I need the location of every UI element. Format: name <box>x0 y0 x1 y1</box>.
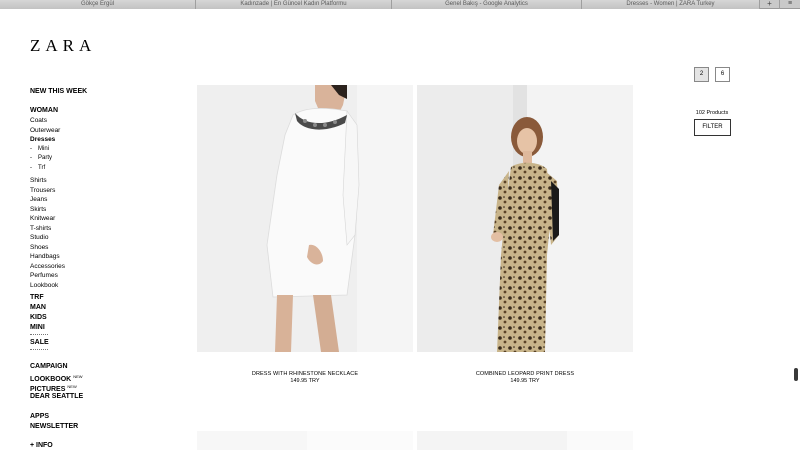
product-name[interactable]: DRESS WITH RHINESTONE NECKLACE <box>197 371 413 377</box>
nav-new-this-week[interactable]: NEW THIS WEEK <box>30 87 87 97</box>
browser-tab[interactable]: Genel Bakış - Google Analytics <box>392 0 582 9</box>
photo-backdrop <box>307 431 413 450</box>
filter-button[interactable]: FILTER <box>694 119 731 136</box>
nav-tshirts[interactable]: T-shirts <box>30 224 51 234</box>
browser-tab[interactable]: Gökçe Ergül <box>0 0 196 9</box>
browser-tab[interactable]: Kadınzade | En Güncel Kadın Platformu <box>196 0 392 9</box>
grid-view-6-button[interactable]: 6 <box>715 67 730 82</box>
new-badge: NEW <box>67 384 77 389</box>
white-dress-photo <box>197 85 413 352</box>
nav-accessories[interactable]: Accessories <box>30 262 65 272</box>
nav-trf[interactable]: TRF <box>30 293 44 303</box>
zara-logo[interactable]: ZARA <box>30 36 96 56</box>
product-image-leopard-dress[interactable] <box>417 85 633 352</box>
nav-woman[interactable]: WOMAN <box>30 106 58 116</box>
scrollbar-thumb[interactable] <box>794 368 798 381</box>
nav-dresses[interactable]: Dresses <box>30 135 55 145</box>
nav-dresses-mini[interactable]: - Mini <box>30 145 49 155</box>
nav-dresses-mini-label: Mini <box>38 145 50 152</box>
nav-skirts[interactable]: Skirts <box>30 205 46 215</box>
divider <box>30 349 48 350</box>
nav-trousers[interactable]: Trousers <box>30 186 55 196</box>
nav-kids[interactable]: KIDS <box>30 313 47 323</box>
grid-view-2-button[interactable]: 2 <box>694 67 709 82</box>
nav-dresses-trf-label: Trf <box>38 164 46 171</box>
product-price: 149.95 TRY <box>510 378 540 384</box>
product-price: 149.95 TRY <box>290 378 320 384</box>
divider <box>30 334 48 335</box>
nav-mini[interactable]: MINI <box>30 323 45 333</box>
product-image-next-row[interactable] <box>417 431 633 450</box>
nav-dresses-party[interactable]: - Party <box>30 154 52 164</box>
nav-dresses-party-label: Party <box>38 155 53 161</box>
nav-shirts[interactable]: Shirts <box>30 176 47 186</box>
nav-man[interactable]: MAN <box>30 303 46 313</box>
new-tab-icon[interactable]: + <box>760 0 780 9</box>
nav-sale[interactable]: SALE <box>30 338 49 348</box>
nav-dear-seattle[interactable]: DEAR SEATTLE <box>30 392 83 402</box>
browser-tab-active[interactable]: Dresses - Women | ZARA Turkey <box>582 0 760 9</box>
nav-jeans[interactable]: Jeans <box>30 195 47 205</box>
product-image-next-row[interactable] <box>197 431 413 450</box>
leopard-dress-photo <box>417 85 633 352</box>
nav-handbags[interactable]: Handbags <box>30 252 60 262</box>
nav-newsletter[interactable]: NEWSLETTER <box>30 422 78 432</box>
nav-campaign[interactable]: CAMPAIGN <box>30 362 68 372</box>
product-image-white-dress[interactable] <box>197 85 413 352</box>
nav-info[interactable]: + INFO <box>30 441 53 450</box>
browser-tab-strip: Gökçe Ergül Kadınzade | En Güncel Kadın … <box>0 0 800 9</box>
new-badge: NEW <box>73 374 83 379</box>
nav-outerwear[interactable]: Outerwear <box>30 126 60 136</box>
nav-apps[interactable]: APPS <box>30 412 49 422</box>
tab-list-icon[interactable]: ≡ <box>780 0 800 9</box>
nav-coats[interactable]: Coats <box>30 116 47 126</box>
nav-perfumes[interactable]: Perfumes <box>30 271 58 281</box>
photo-backdrop <box>567 431 633 450</box>
product-count: 102 Products <box>695 110 729 116</box>
nav-knitwear[interactable]: Knitwear <box>30 214 55 224</box>
product-name[interactable]: COMBINED LEOPARD PRINT DRESS <box>417 371 633 377</box>
nav-studio[interactable]: Studio <box>30 233 48 243</box>
nav-lookbook-sub[interactable]: Lookbook <box>30 281 58 291</box>
nav-dresses-trf[interactable]: - Trf <box>30 164 45 174</box>
nav-shoes[interactable]: Shoes <box>30 243 48 253</box>
